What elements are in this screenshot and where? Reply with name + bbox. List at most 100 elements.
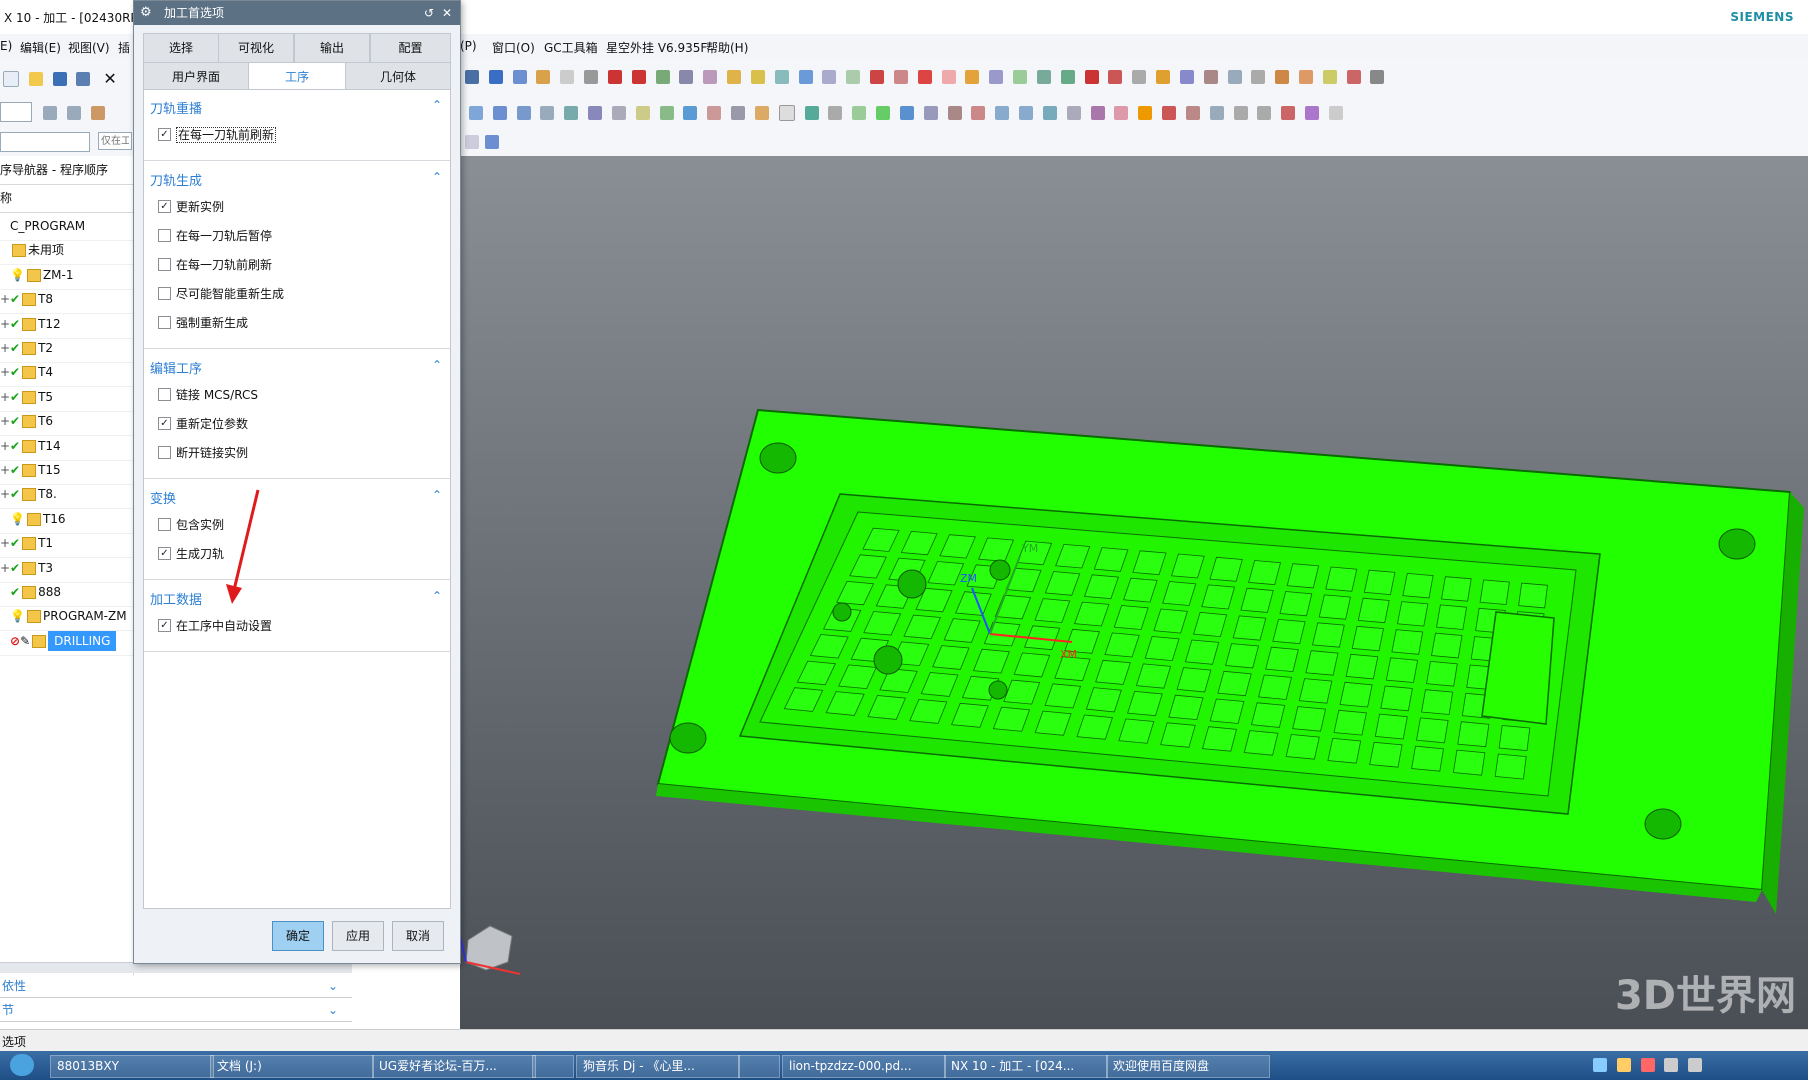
trim-icon[interactable]: [1013, 69, 1028, 84]
save-as-icon[interactable]: [76, 71, 91, 86]
blend-icon[interactable]: [822, 69, 837, 84]
open-folder-icon[interactable]: [28, 71, 43, 86]
graphics-viewport[interactable]: ZM XM YM 3D世界网: [459, 156, 1808, 1029]
menu-item-gc-toolbox[interactable]: GC工具箱: [544, 39, 598, 56]
tab-operation[interactable]: 工序: [248, 62, 346, 92]
rotate-icon[interactable]: [588, 106, 603, 120]
layer-icon[interactable]: [560, 69, 575, 84]
sphere-icon[interactable]: [941, 69, 956, 84]
show-icon[interactable]: [731, 106, 746, 120]
circle-tool-icon[interactable]: [1304, 106, 1319, 120]
dependency-panel[interactable]: 依性 ⌄: [0, 975, 352, 998]
checkbox-unchecked[interactable]: [158, 287, 171, 300]
wireframe-icon[interactable]: [512, 69, 527, 84]
taskbar-item[interactable]: 狗音乐 Dj - 《心里...: [576, 1055, 740, 1078]
collapse-icon[interactable]: ⌃: [432, 488, 442, 502]
orient-icon[interactable]: [465, 135, 479, 149]
simulate-icon[interactable]: [516, 106, 531, 120]
analysis-icon[interactable]: [1108, 69, 1123, 84]
section-title[interactable]: 刀轨重播: [150, 98, 202, 117]
chevron-down-icon[interactable]: ⌄: [328, 999, 338, 1021]
tab-geometry[interactable]: 几何体: [345, 62, 451, 92]
collapse-icon[interactable]: ⌃: [432, 358, 442, 372]
block-icon[interactable]: [870, 69, 885, 84]
checkbox-unchecked[interactable]: [158, 518, 171, 531]
selection-filter-dropdown[interactable]: [0, 102, 32, 122]
cam-icon[interactable]: [1156, 69, 1171, 84]
shaded-icon[interactable]: [488, 69, 503, 84]
polygon-icon[interactable]: [1257, 106, 1272, 120]
cylinder-icon[interactable]: [893, 69, 908, 84]
menu-item-plugin[interactable]: 星空外挂 V6.935F: [606, 39, 707, 56]
mirror-icon[interactable]: [989, 69, 1004, 84]
start-button[interactable]: [10, 1054, 34, 1076]
taskbar-item[interactable]: lion-tpzdzz-000.pd...: [782, 1055, 946, 1078]
extrude-icon[interactable]: [750, 69, 765, 84]
tray-icon[interactable]: [1593, 1057, 1607, 1072]
verify-icon[interactable]: [1322, 69, 1337, 84]
menu-item-file[interactable]: E): [0, 39, 12, 53]
checkbox-unchecked[interactable]: [158, 258, 171, 271]
checkbox-checked[interactable]: ✓: [158, 200, 171, 213]
taskbar-item[interactable]: 88013BXY: [50, 1055, 214, 1078]
section-title[interactable]: 刀轨生成: [150, 170, 202, 189]
close-icon[interactable]: ✕: [103, 69, 116, 88]
network-icon[interactable]: [1688, 1057, 1703, 1072]
chevron-down-icon[interactable]: ⌄: [328, 975, 338, 997]
render-icon[interactable]: [536, 69, 551, 84]
sync-icon[interactable]: [876, 106, 891, 120]
section-title[interactable]: 变换: [150, 488, 176, 507]
dim-icon[interactable]: [947, 106, 962, 120]
checkbox-unchecked[interactable]: [158, 388, 171, 401]
cone-icon[interactable]: [917, 69, 932, 84]
checkbox-checked[interactable]: ✓: [158, 128, 171, 141]
assembly-icon[interactable]: [1090, 106, 1105, 120]
display-icon[interactable]: [683, 106, 698, 120]
note-icon[interactable]: [971, 106, 986, 120]
explode-icon[interactable]: [1138, 106, 1153, 120]
attach-icon[interactable]: [1042, 106, 1057, 120]
cube-icon[interactable]: [485, 135, 499, 149]
line-icon[interactable]: [607, 69, 622, 84]
option-checkbox-row[interactable]: 断开链接实例: [158, 445, 248, 461]
clip-icon[interactable]: [1209, 106, 1224, 120]
section-icon[interactable]: [1185, 106, 1200, 120]
paste-icon[interactable]: [659, 106, 674, 120]
checkbox-unchecked[interactable]: [158, 446, 171, 459]
option-checkbox-row[interactable]: 在每一刀轨前刷新: [158, 257, 272, 273]
new-file-icon[interactable]: [3, 70, 19, 87]
menu-item-insert[interactable]: 插: [118, 39, 130, 56]
option-checkbox-row[interactable]: 包含实例: [158, 517, 224, 533]
section-title[interactable]: 编辑工序: [150, 358, 202, 377]
tray-icon[interactable]: [1616, 1057, 1631, 1072]
option-checkbox-row[interactable]: ✓ 生成刀轨: [158, 546, 224, 562]
option-checkbox-row[interactable]: ✓ 在每一刀轨前刷新: [158, 127, 277, 143]
shop-doc-icon[interactable]: [1370, 69, 1385, 84]
checkbox-checked[interactable]: ✓: [158, 417, 171, 430]
circle-icon[interactable]: [1328, 106, 1343, 120]
table-icon[interactable]: [828, 106, 843, 120]
details-panel[interactable]: 节 ⌄: [0, 999, 352, 1022]
method-icon[interactable]: [1251, 69, 1266, 84]
option-checkbox-row[interactable]: ✓ 在工序中自动设置: [158, 618, 272, 634]
tray-icon[interactable]: [1640, 1057, 1655, 1072]
point-icon[interactable]: [584, 69, 599, 84]
dialog-titlebar[interactable]: ⚙ 加工首选项 ↺ ✕: [134, 1, 460, 25]
menu-item-edit[interactable]: 编辑(E): [20, 39, 61, 56]
scale-icon[interactable]: [611, 106, 626, 120]
filter-icon[interactable]: [66, 105, 81, 120]
menu-item-window[interactable]: 窗口(O): [492, 39, 535, 56]
page-icon[interactable]: [778, 105, 795, 121]
arc-icon[interactable]: [631, 69, 646, 84]
generate-icon[interactable]: [1298, 69, 1313, 84]
chart-icon[interactable]: [804, 106, 819, 120]
tab-config[interactable]: 配置: [370, 33, 451, 63]
checkbox-checked[interactable]: ✓: [158, 619, 171, 632]
postprocess-icon[interactable]: [1346, 69, 1361, 84]
move-icon[interactable]: [564, 106, 579, 120]
sew-icon[interactable]: [1060, 69, 1075, 84]
replay-icon[interactable]: [492, 106, 507, 120]
checkbox-checked[interactable]: ✓: [158, 547, 171, 560]
measure-icon[interactable]: [1084, 69, 1099, 84]
taskbar-item[interactable]: 文档 (J:): [210, 1055, 374, 1078]
